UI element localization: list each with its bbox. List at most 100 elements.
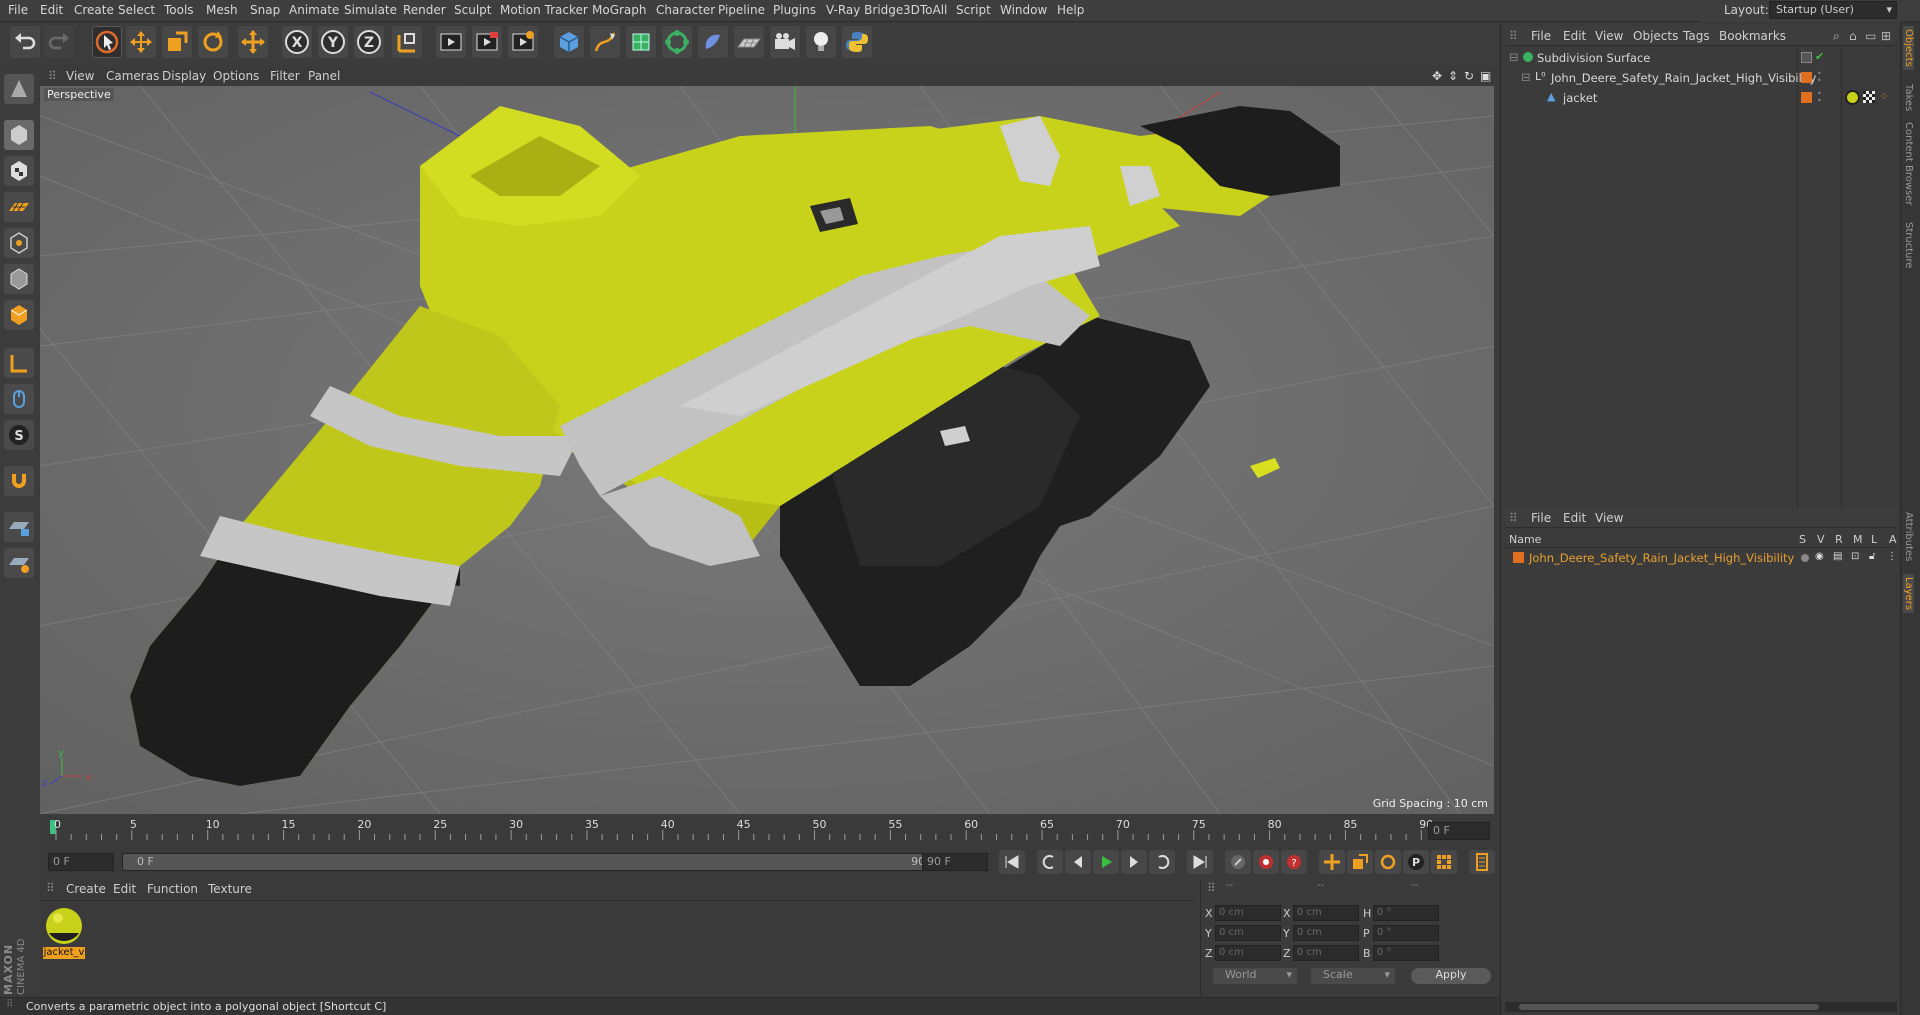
viewport-move-icon[interactable]: ✥ [1432,69,1442,83]
y-axis-icon[interactable]: Y [318,26,348,58]
material-swatch[interactable]: jacket_v [43,905,85,959]
object-row-subdivision[interactable]: ⊟ Subdivision Surface ✔ [1505,50,1897,68]
layer-menu-edit[interactable]: Edit [1563,511,1586,525]
menu-3dtoall[interactable]: 3DToAll [903,3,947,17]
object-menu-file[interactable]: File [1531,29,1551,43]
layer-row[interactable]: John_Deere_Safety_Rain_Jacket_High_Visib… [1505,550,1897,568]
render-settings-icon[interactable] [508,26,538,58]
snap-icon[interactable]: S [4,420,34,450]
uvw-tag-icon[interactable] [1863,91,1875,103]
viewport-menu-options[interactable]: Options [213,69,259,83]
subdivision-icon[interactable] [626,26,656,58]
workplane-icon[interactable] [4,192,34,222]
coord-value-field[interactable]: 0 cm [1293,905,1359,921]
scale-icon[interactable] [162,26,192,58]
tab-structure[interactable]: Structure [1903,222,1914,269]
menu-vray-bridge[interactable]: V-Ray Bridge [826,3,903,17]
tab-objects[interactable]: Objects [1903,26,1914,70]
more-icon[interactable]: ⋮ [1887,551,1897,562]
tab-layers[interactable]: Layers [1903,574,1914,614]
viewport-rotate-icon[interactable]: ↻ [1464,69,1474,83]
planar-workplane-icon[interactable] [4,548,34,578]
coord-mode-dropdown[interactable]: World ▾ [1213,968,1297,984]
autokey-icon[interactable] [1253,850,1279,874]
layer-menu-view[interactable]: View [1595,511,1623,525]
coord-value-field[interactable]: 0 ° [1373,905,1439,921]
make-editable-icon[interactable] [4,74,34,104]
search-icon[interactable]: ⌕ [1833,29,1840,44]
coordinate-system-icon[interactable] [392,26,422,58]
coord-value-field[interactable]: 0 ° [1373,925,1439,941]
viewport-menu-view[interactable]: View [66,69,94,83]
render-picture-viewer-icon[interactable] [472,26,502,58]
material-menu-create[interactable]: Create [66,882,106,896]
coord-value-field[interactable]: 0 cm [1215,905,1281,921]
menu-file[interactable]: File [8,3,28,17]
viewport-dolly-icon[interactable]: ⇕ [1448,69,1458,83]
record-keys-icon[interactable] [1225,850,1251,874]
menu-snap[interactable]: Snap [250,3,280,17]
rotate-icon[interactable] [198,26,228,58]
locked-workplane-icon[interactable] [4,512,34,542]
layer-color-swatch[interactable] [1513,552,1524,563]
current-frame-field[interactable]: 0 F [1428,822,1490,840]
camera-icon[interactable] [770,26,800,58]
material-menu-function[interactable]: Function [147,882,198,896]
play-icon[interactable] [1093,850,1119,874]
object-menu-edit[interactable]: Edit [1563,29,1586,43]
layout-dropdown[interactable]: Startup (User) ▾ [1769,1,1897,19]
menu-window[interactable]: Window [1000,3,1047,17]
menu-motion-tracker[interactable]: Motion Tracker [500,3,588,17]
layer-swatch[interactable] [1801,92,1812,103]
object-menu-bookmarks[interactable]: Bookmarks [1719,29,1786,43]
select-arrow-icon[interactable] [92,26,122,58]
render-toggle-icon[interactable]: ▤ [1833,551,1842,562]
enabled-check-icon[interactable]: ✔ [1815,50,1824,63]
tweak-mode-icon[interactable] [4,384,34,414]
object-menu-tags[interactable]: Tags [1683,29,1710,43]
points-mode-icon[interactable] [4,228,34,258]
prev-key-icon[interactable] [1037,850,1063,874]
menu-animate[interactable]: Animate [289,3,339,17]
python-icon[interactable] [842,26,872,58]
menu-sculpt[interactable]: Sculpt [454,3,491,17]
timeline-menu-icon[interactable] [1469,850,1495,874]
texture-mode-icon[interactable] [4,156,34,186]
minimize-icon[interactable]: ▭ [1865,29,1876,43]
viewport-maximize-icon[interactable]: ▣ [1480,69,1491,83]
key-pla-icon[interactable] [1431,850,1457,874]
menu-simulate[interactable]: Simulate [344,3,397,17]
x-axis-icon[interactable]: X [282,26,312,58]
timeline-ruler[interactable]: 0 5 10 15 20 25 30 35 40 45 50 55 60 65 70 75 80 85 90 0 F [40,818,1494,844]
end-frame-field[interactable]: 90 F [922,853,988,871]
coord-value-field[interactable]: 0 cm [1215,925,1281,941]
key-scale-icon[interactable] [1347,850,1373,874]
menu-create[interactable]: Create [74,3,114,17]
next-key-icon[interactable] [1149,850,1175,874]
viewport-menu-cameras[interactable]: Cameras [106,69,159,83]
menu-help[interactable]: Help [1057,3,1084,17]
tab-content-browser[interactable]: Content Browser [1903,122,1914,205]
move-all-icon[interactable] [238,26,268,58]
menu-script[interactable]: Script [956,3,991,17]
range-slider[interactable]: 0 F 90 F [122,853,950,871]
cube-icon[interactable] [554,26,584,58]
object-menu-view[interactable]: View [1595,29,1623,43]
visibility-dots-icon[interactable]: • • [1817,90,1822,105]
model-mode-icon[interactable] [4,120,34,150]
visibility-dots-icon[interactable]: • • [1817,70,1822,85]
material-tag-icon[interactable] [1845,90,1860,105]
menu-select[interactable]: Select [118,3,155,17]
menu-mograph[interactable]: MoGraph [592,3,647,17]
scroll-thumb[interactable] [1519,1004,1819,1010]
home-icon[interactable]: ⌂ [1849,29,1857,43]
menu-pipeline[interactable]: Pipeline [718,3,765,17]
apply-button[interactable]: Apply [1411,968,1491,984]
collapse-icon[interactable]: ⊟ [1509,50,1519,64]
light-icon[interactable] [806,26,836,58]
go-to-end-icon[interactable] [1187,850,1213,874]
manager-toggle-icon[interactable]: ⊡ [1851,551,1859,562]
go-to-start-icon[interactable] [999,850,1025,874]
horizontal-scrollbar[interactable] [1505,1002,1897,1012]
floor-icon[interactable] [734,26,764,58]
